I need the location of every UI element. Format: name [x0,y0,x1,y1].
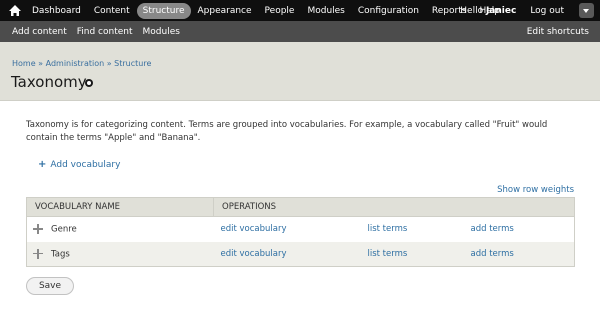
greeting-prefix: Hello [460,5,486,16]
greeting: Hello Janiec [460,6,516,16]
drag-handle-icon[interactable] [33,248,43,259]
menu-item-configuration[interactable]: Configuration [352,3,425,19]
edit-vocabulary-link[interactable]: edit vocabulary [221,224,287,234]
list-cell: list terms [362,217,465,242]
shortcut-list: Add content Find content Modules [12,21,180,42]
add-terms-link[interactable]: add terms [471,224,514,234]
column-header-name: Vocabulary name [26,197,214,217]
page-title: Taxonomy [11,73,87,91]
menu-item-dashboard[interactable]: Dashboard [26,3,87,19]
breadcrumb: Home » Administration » Structure [12,59,151,68]
shortcuts-bar: Add content Find content Modules Edit sh… [0,21,600,42]
add-shortcut-icon[interactable] [85,79,93,87]
shortcut-find-content[interactable]: Find content [77,27,133,37]
breadcrumb-administration[interactable]: Administration [46,59,105,68]
page-description: Taxonomy is for categorizing content. Te… [26,120,548,143]
edit-vocabulary-link[interactable]: edit vocabulary [221,249,287,259]
menu-item-content[interactable]: Content [88,3,136,19]
vocabulary-name: Genre [51,224,77,235]
breadcrumb-separator: » [38,59,44,68]
add-cell: add terms [465,242,575,267]
vocabulary-table: Vocabulary name Operations Genre edit vo… [26,197,575,267]
logout-link[interactable]: Log out [530,6,564,16]
breadcrumb-structure[interactable]: Structure [114,59,151,68]
username[interactable]: Janiec [486,6,516,16]
edit-cell: edit vocabulary [214,217,362,242]
edit-shortcuts-link[interactable]: Edit shortcuts [527,21,589,42]
home-icon[interactable] [8,4,22,17]
breadcrumb-home[interactable]: Home [12,59,36,68]
user-area: Hello Janiec Log out [460,0,564,21]
drag-handle-icon[interactable] [33,224,43,234]
chevron-down-icon[interactable] [579,3,594,18]
list-cell: list terms [362,242,465,267]
add-vocabulary-link[interactable]: + Add vocabulary [38,159,120,170]
menu-item-people[interactable]: People [259,3,301,19]
vocabulary-name-cell: Tags [27,242,214,267]
vocabulary-name: Tags [51,249,70,259]
menu-item-modules[interactable]: Modules [301,3,350,19]
table-row: Tags edit vocabulary list terms add term… [26,241,575,267]
plus-icon: + [38,159,47,170]
table-header-row: Vocabulary name Operations [26,197,575,217]
add-vocabulary-label[interactable]: Add vocabulary [50,160,120,170]
column-header-operations: Operations [213,197,575,217]
add-terms-link[interactable]: add terms [471,249,514,259]
add-cell: add terms [465,217,575,242]
vocabulary-name-cell: Genre [27,217,214,242]
table-row: Genre edit vocabulary list terms add ter… [26,216,575,242]
admin-menu: Dashboard Content Structure Appearance P… [26,0,507,21]
list-terms-link[interactable]: list terms [368,249,408,259]
list-terms-link[interactable]: list terms [368,224,408,234]
menu-item-appearance[interactable]: Appearance [192,3,258,19]
breadcrumb-separator: » [106,59,112,68]
shortcut-add-content[interactable]: Add content [12,27,67,37]
admin-toolbar: Dashboard Content Structure Appearance P… [0,0,600,21]
save-button[interactable]: Save [26,277,74,295]
menu-item-structure[interactable]: Structure [136,2,191,19]
shortcut-modules[interactable]: Modules [143,27,180,37]
edit-cell: edit vocabulary [214,242,362,267]
show-row-weights-link[interactable]: Show row weights [497,185,574,195]
page-header [0,42,600,101]
